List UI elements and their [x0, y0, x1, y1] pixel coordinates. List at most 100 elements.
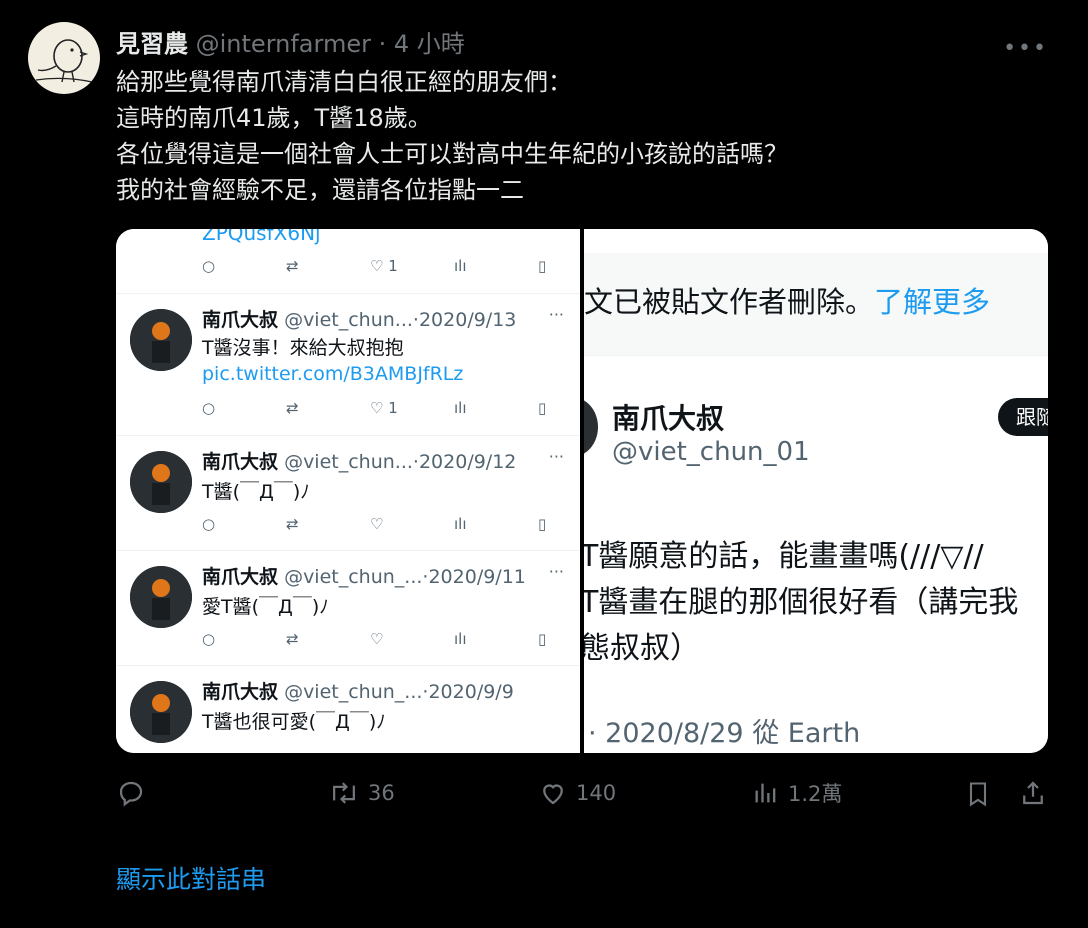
tweet-line: 各位覺得這是一個社會人士可以對高中生年紀的小孩說的話嗎？	[116, 140, 788, 168]
deleted-notice: 文已被貼文作者刪除。了解更多	[584, 279, 990, 321]
learn-more-link: 了解更多	[874, 285, 991, 319]
pumpkin-avatar-icon	[130, 309, 192, 371]
link-fragment: ZPQusfX6Nj	[202, 229, 321, 245]
list-item: 南爪大叔 @viet_chun...·2020/9/13 ··· T醬沒事！來給…	[116, 293, 580, 435]
list-item: 南爪大叔 @viet_chun_...·2020/9/11 ··· 愛T醬(￣Д…	[116, 550, 580, 665]
tweet-date: 2020/9/9	[428, 681, 514, 703]
tweet-date: 2020/9/13	[418, 309, 517, 331]
tweet-actions-row: ○ ⇄ ♡ ılı ▯	[202, 515, 562, 539]
tweet-head: 南爪大叔 @viet_chun_...·2020/9/11	[202, 562, 526, 589]
deleted-banner: 文已被貼文作者刪除。了解更多	[584, 253, 1048, 356]
attached-media[interactable]: ZPQusfX6Nj ○ ⇄ ♡ 1 ılı ▯ 南爪大叔 @viet_chun…	[116, 229, 1048, 753]
like-count: 140	[576, 781, 617, 805]
avatar	[130, 451, 192, 513]
bird-sketch-icon	[35, 39, 93, 83]
tweet-date: 2020/9/12	[418, 451, 517, 473]
deleted-notice-text: 文已被貼文作者刪除。	[584, 285, 875, 319]
more-dots-icon[interactable]: •••	[1003, 36, 1048, 61]
list-item: 南爪大叔 @viet_chun_...·2020/9/9 T醬也很可愛(￣Д￣)…	[116, 665, 580, 753]
retweet-icon: ⇄	[286, 515, 299, 533]
views-icon: ılı	[454, 515, 467, 533]
author-name[interactable]: 見習農	[116, 30, 188, 58]
list-item: 南爪大叔 @viet_chun...·2020/9/12 ··· T醬(￣Д￣)…	[116, 435, 580, 550]
reply-button[interactable]	[116, 778, 146, 808]
views-icon: ılı	[454, 399, 467, 417]
avatar	[130, 566, 192, 628]
tweet-handle: @viet_chun_...	[284, 681, 423, 703]
like-icon: ♡ 1	[370, 399, 398, 417]
bookmark-button[interactable]	[964, 778, 992, 810]
reply-icon: ○	[202, 399, 216, 417]
tweet-handle: @viet_chun...	[284, 451, 413, 473]
views-icon	[755, 783, 776, 803]
pumpkin-avatar-icon	[130, 681, 192, 743]
avatar	[130, 309, 192, 371]
tweet-body: 給那些覺得南爪清清白白很正經的朋友們： 這時的南爪41歲，T醬18歲。 各位覺得…	[116, 64, 788, 208]
tweet-meta: · 2020/8/29 從 Earth	[588, 718, 861, 749]
screenshot-right: 文已被貼文作者刪除。了解更多 南爪大叔 @viet_chun_01 跟隨 T醬願…	[584, 229, 1048, 753]
tweet-header: 見習農 @internfarmer · 4 小時	[116, 24, 465, 59]
separator-dot: ·	[378, 30, 387, 58]
tweet-line: 給那些覺得南爪清清白白很正經的朋友們：	[116, 68, 572, 96]
retweet-button[interactable]: 36	[328, 778, 395, 808]
tweet-text: T醬(￣Д￣)ﾉ	[202, 481, 310, 503]
profile-handle: @viet_chun_01	[612, 437, 810, 467]
tweet-date: 2020/9/11	[428, 566, 526, 588]
views-icon: ılı	[454, 630, 467, 648]
tweet-author: 南爪大叔	[202, 309, 279, 331]
retweet-icon	[333, 782, 355, 804]
like-button[interactable]: 140	[538, 778, 616, 808]
reply-icon: ○	[202, 630, 216, 648]
tweet-text: 愛T醬(￣Д￣)ﾉ	[202, 596, 329, 618]
more-dots-icon: ···	[548, 447, 564, 466]
tweet-author: 南爪大叔	[202, 451, 279, 473]
views-count: 1.2萬	[788, 782, 843, 806]
bookmark-icon: ▯	[538, 257, 547, 275]
tweet-author: 南爪大叔	[202, 681, 279, 703]
tweet-actions-row: ○ ⇄ ♡ 1 ılı ▯	[202, 257, 562, 281]
avatar	[130, 681, 192, 743]
reply-icon: ○	[202, 515, 216, 533]
pumpkin-avatar-icon	[130, 451, 192, 513]
follow-button: 跟隨	[998, 398, 1048, 436]
tweet-handle: @viet_chun_...	[284, 566, 423, 588]
more-dots-icon: ···	[548, 562, 564, 581]
tweet-text: T醬沒事！來給大叔抱抱	[202, 337, 404, 359]
tweet-handle: @viet_chun...	[284, 309, 413, 331]
tweet-text: T醬也很可愛(￣Д￣)ﾉ	[202, 711, 386, 733]
tweet-actions-row: ○ ⇄ ♡ 1 ılı ▯	[202, 399, 562, 423]
share-icon	[1023, 781, 1043, 805]
profile-name: 南爪大叔	[612, 402, 725, 435]
tweet-time[interactable]: 4 小時	[394, 30, 465, 58]
show-thread-link[interactable]: 顯示此對話串	[116, 860, 266, 896]
retweet-count: 36	[368, 781, 395, 805]
author-handle[interactable]: @internfarmer	[196, 30, 371, 58]
tweet-link: pic.twitter.com/B3AMBJfRLz	[202, 363, 464, 385]
screenshot-left: ZPQusfX6Nj ○ ⇄ ♡ 1 ılı ▯ 南爪大叔 @viet_chun…	[116, 229, 580, 753]
like-icon: ♡	[370, 515, 384, 533]
views-icon: ılı	[454, 257, 467, 275]
tweet-head: 南爪大叔 @viet_chun...·2020/9/12	[202, 447, 516, 474]
share-button[interactable]	[1018, 778, 1048, 808]
bookmark-icon: ▯	[538, 515, 547, 533]
author-avatar[interactable]	[28, 22, 100, 94]
tweet-actions-row: ○ ⇄ ♡ ılı ▯	[202, 630, 562, 654]
like-count: 1	[388, 399, 398, 417]
retweet-icon: ⇄	[286, 630, 299, 648]
pumpkin-avatar-icon	[130, 566, 192, 628]
tweet-line: T醬願意的話，能畫畫嗎(///▽//	[584, 539, 984, 574]
bookmark-icon: ▯	[538, 630, 547, 648]
tweet-line: 這時的南爪41歲，T醬18歲。	[116, 104, 432, 132]
tweet-line: 態叔叔）	[584, 631, 700, 666]
like-icon: ♡	[370, 630, 384, 648]
retweet-icon: ⇄	[286, 399, 299, 417]
retweet-icon: ⇄	[286, 257, 299, 275]
more-dots-icon: ···	[548, 305, 564, 324]
views-button[interactable]: 1.2萬	[752, 778, 842, 808]
avatar	[584, 397, 598, 457]
action-bar: 36 140 1.2萬	[116, 778, 1048, 814]
tweet-line: 我的社會經驗不足，還請各位指點一二	[116, 176, 524, 204]
tweet-head: 南爪大叔 @viet_chun_...·2020/9/9	[202, 677, 514, 704]
tweet-author: 南爪大叔	[202, 566, 279, 588]
tweet-head: 南爪大叔 @viet_chun...·2020/9/13	[202, 305, 516, 332]
